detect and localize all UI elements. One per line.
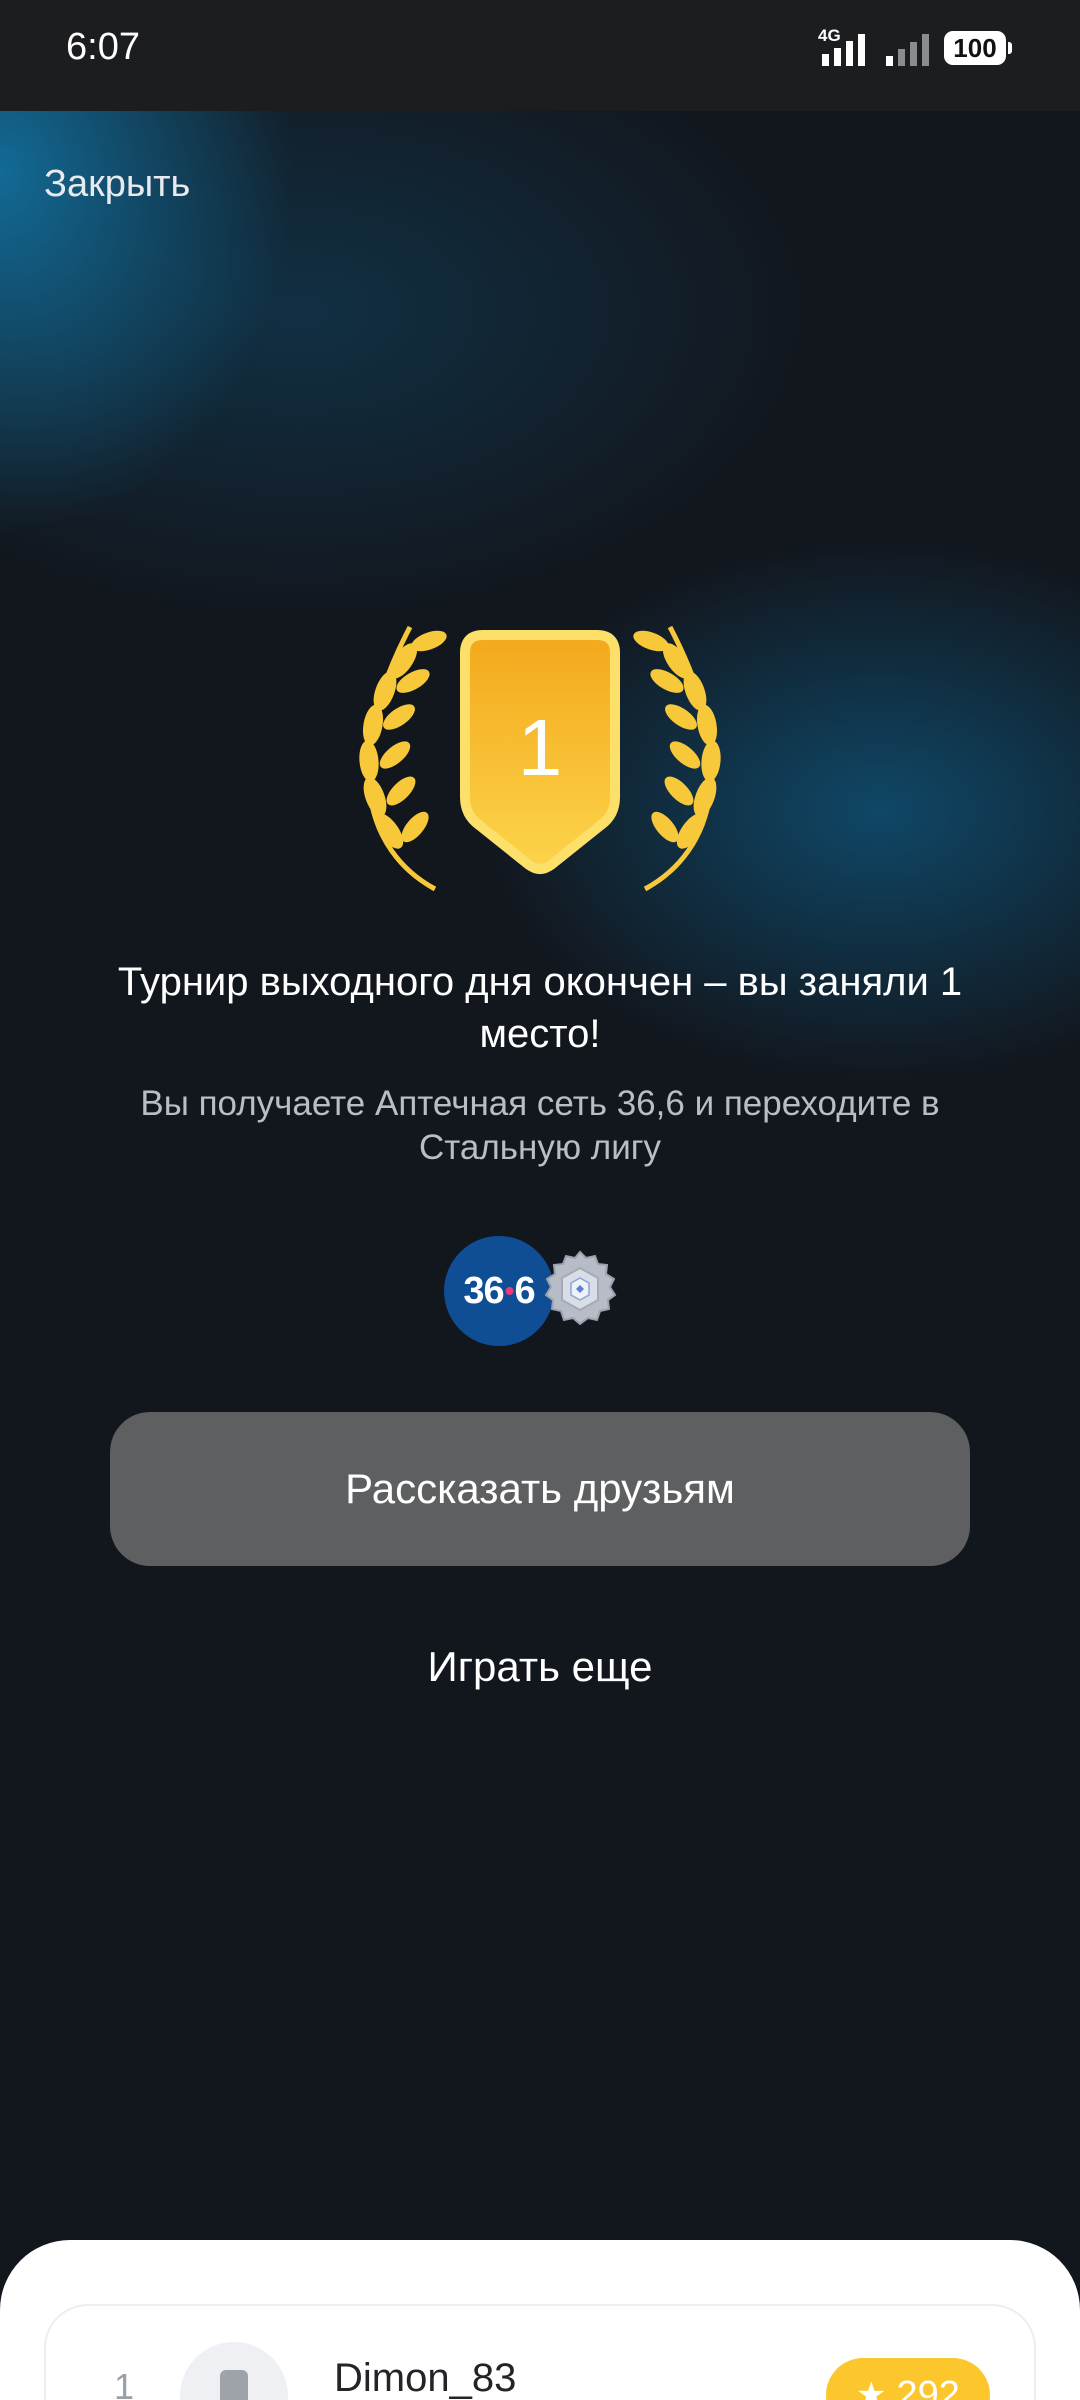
signal-2-icon <box>886 34 929 66</box>
result-subtitle: Вы получаете Аптечная сеть 36,6 и перехо… <box>140 1084 940 1167</box>
leaderboard-row[interactable]: 1 Dimon_83 ★ 292 <box>44 2304 1036 2400</box>
avatar-placeholder-icon <box>220 2370 248 2400</box>
reward-logo-left: 36 <box>463 1269 504 1312</box>
result-title: Турнир выходного дня окончен – вы заняли… <box>117 960 963 1056</box>
avatar <box>180 2342 288 2400</box>
close-button[interactable]: Закрыть <box>44 163 190 206</box>
steel-league-icon <box>544 1250 617 1326</box>
play-again-button[interactable]: Играть еще <box>240 1643 840 1691</box>
share-with-friends-button[interactable]: Рассказать друзьям <box>110 1412 970 1566</box>
right-laurel <box>633 625 721 892</box>
reward-logo-right: 6 <box>514 1269 535 1312</box>
status-time: 6:07 <box>66 26 140 68</box>
leaderboard-username: Dimon_83 <box>334 2356 517 2400</box>
place-number: 1 <box>518 703 563 792</box>
signal-icon <box>822 34 865 66</box>
leaderboard-rank: 1 <box>114 2366 135 2400</box>
reward-logo-dot: • <box>504 1275 515 1306</box>
status-bar: 6:07 4G 100 <box>0 0 1080 111</box>
score-badge: ★ 292 <box>826 2358 990 2400</box>
score-value: 292 <box>896 2373 960 2400</box>
left-laurel <box>359 625 447 892</box>
battery-indicator: 100 <box>944 31 1012 65</box>
star-icon: ★ <box>856 2376 887 2400</box>
